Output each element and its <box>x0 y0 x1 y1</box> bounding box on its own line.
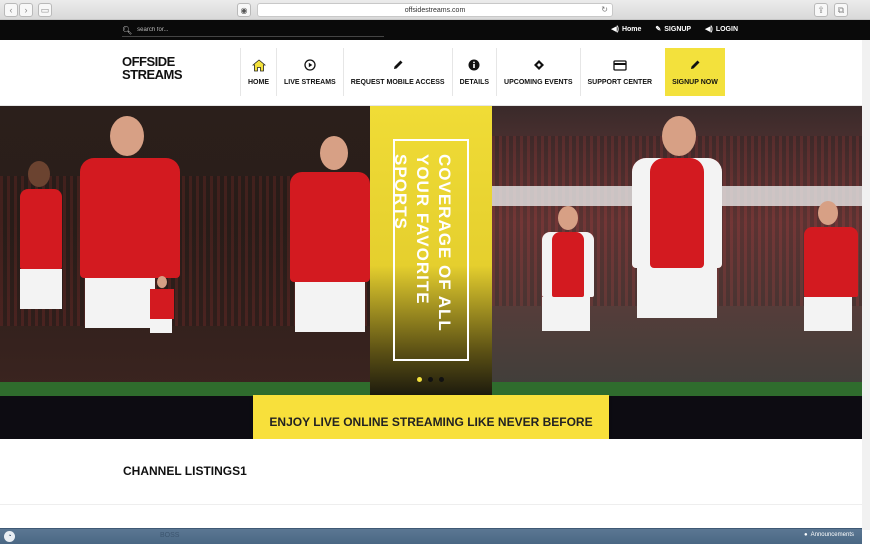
speaker-icon: ◀) <box>705 26 713 33</box>
search-box: 🔍︎ <box>122 24 384 37</box>
announcements-label: Announcements <box>810 532 854 538</box>
nav-item-label: HOME <box>248 79 269 86</box>
tabs-button[interactable]: ⧉ <box>834 3 848 17</box>
search-input[interactable] <box>137 27 378 33</box>
slider-dot[interactable] <box>439 377 444 382</box>
top-utility-bar: 🔍︎ ◀) Home ✎ SIGNUP ◀) LOGIN <box>0 20 870 40</box>
pencil-icon: ✎ <box>655 26 662 33</box>
nav-item-label: UPCOMING EVENTS <box>504 79 573 86</box>
browser-toolbar: ‹ › ▭ ◉ offsidestreams.com ↻ ⇪ ⧉ <box>0 0 870 20</box>
hero-image-right <box>492 106 862 396</box>
player-figure <box>290 136 370 332</box>
nav-item-home[interactable]: HOME <box>240 48 276 96</box>
info-icon <box>468 58 480 72</box>
logo-line-2: STREAMS <box>119 68 184 83</box>
nav-item-request-mobile-access[interactable]: REQUEST MOBILE ACCESS <box>342 48 452 96</box>
home-icon <box>251 58 266 72</box>
nav-item-label: SUPPORT CENTER <box>587 79 653 86</box>
hero-image-left <box>0 106 370 396</box>
top-links: ◀) Home ✎ SIGNUP ◀) LOGIN <box>611 25 738 34</box>
site-logo[interactable]: OFFSIDE STREAMS <box>119 55 184 89</box>
site-header: OFFSIDE STREAMS HOME LIVE STREAMS REQUES… <box>0 40 870 106</box>
ticket-icon <box>532 58 545 72</box>
top-link-home[interactable]: ◀) Home <box>611 25 642 34</box>
share-button[interactable]: ⇪ <box>814 3 828 17</box>
hero-slider: COVERAGE OF ALL YOUR FAVORITE SPORTS <box>0 106 862 396</box>
section-title: CHANNEL LISTINGS1 <box>123 464 247 478</box>
player-figure <box>20 161 62 309</box>
address-bar[interactable]: offsidestreams.com ↻ <box>257 3 613 17</box>
reload-icon[interactable]: ↻ <box>601 5 608 14</box>
hero-vertical-text: COVERAGE OF ALL YOUR FAVORITE SPORTS <box>391 154 454 332</box>
reader-mode-button[interactable]: ◉ <box>237 3 251 17</box>
player-figure <box>150 276 174 333</box>
player-figure <box>632 116 722 318</box>
top-link-label: SIGNUP <box>664 25 692 33</box>
main-nav: HOME LIVE STREAMS REQUEST MOBILE ACCESS … <box>240 48 725 96</box>
slider-dot[interactable] <box>428 377 433 382</box>
announcement-bar: ◔ BOSS ● Announcements <box>0 528 862 544</box>
nav-item-live-streams[interactable]: LIVE STREAMS <box>276 48 343 96</box>
announcements-button[interactable]: ● Announcements <box>804 532 854 538</box>
forward-button[interactable]: › <box>19 3 33 17</box>
nav-item-label: LIVE STREAMS <box>284 79 336 86</box>
search-icon: 🔍︎ <box>122 25 133 35</box>
player-figure <box>542 206 594 331</box>
nav-item-support-center[interactable]: SUPPORT CENTER <box>579 48 660 96</box>
bubble-icon: ● <box>804 532 808 538</box>
top-link-label: Home <box>621 25 642 33</box>
play-icon <box>304 58 316 72</box>
nav-item-label: REQUEST MOBILE ACCESS <box>350 79 445 86</box>
back-button[interactable]: ‹ <box>4 3 18 17</box>
hero-promo-panel: COVERAGE OF ALL YOUR FAVORITE SPORTS <box>370 106 492 396</box>
channel-listings-section: CHANNEL LISTINGS1 <box>0 439 862 505</box>
credit-card-icon <box>613 58 627 72</box>
pencil-icon <box>689 58 701 72</box>
nav-item-label: DETAILS <box>459 79 490 86</box>
nav-item-label: SIGNUP NOW <box>672 79 718 86</box>
url-text: offsidestreams.com <box>404 6 466 14</box>
nav-item-signup-now[interactable]: SIGNUP NOW <box>665 48 725 96</box>
top-link-signup[interactable]: ✎ SIGNUP <box>655 25 692 34</box>
slider-dot[interactable] <box>417 377 422 382</box>
top-link-login[interactable]: ◀) LOGIN <box>705 25 738 34</box>
speaker-icon: ◀) <box>611 26 619 33</box>
faded-text: BOSS <box>160 532 180 539</box>
page-scrollbar[interactable] <box>862 40 870 530</box>
pencil-icon <box>392 58 404 72</box>
player-figure <box>804 201 858 331</box>
top-link-label: LOGIN <box>715 25 738 33</box>
slider-dots <box>417 377 444 382</box>
nav-item-upcoming-events[interactable]: UPCOMING EVENTS <box>496 48 579 96</box>
cta-text: ENJOY LIVE ONLINE STREAMING LIKE NEVER B… <box>269 415 593 429</box>
nav-item-details[interactable]: DETAILS <box>451 48 496 96</box>
chat-icon[interactable]: ◔ <box>4 531 15 542</box>
sidebar-toggle-button[interactable]: ▭ <box>38 3 52 17</box>
